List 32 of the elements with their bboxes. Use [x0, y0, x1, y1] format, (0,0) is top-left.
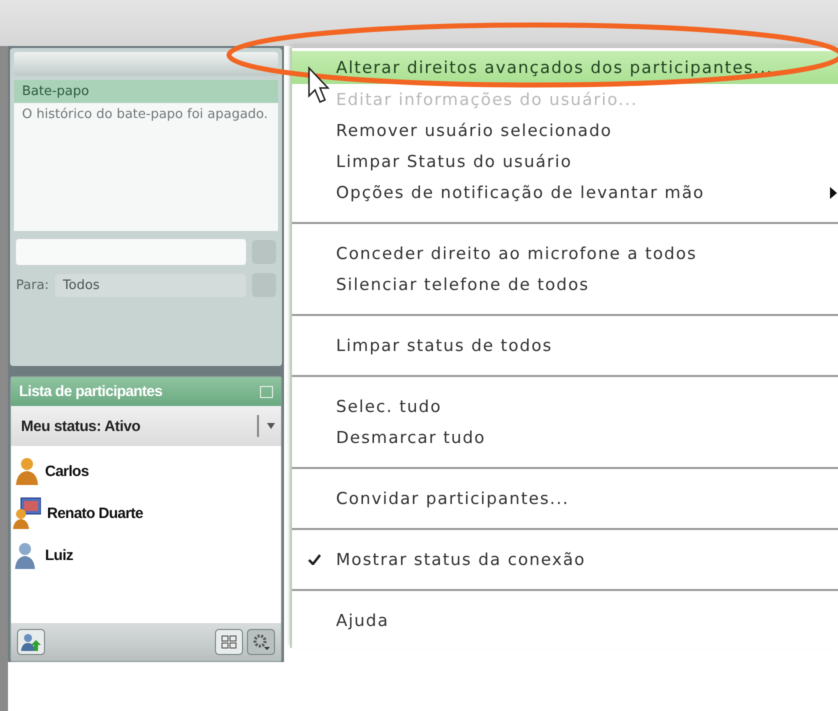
- recipient-dropdown[interactable]: Todos: [54, 274, 246, 296]
- settings-button[interactable]: [247, 629, 275, 655]
- menu-item[interactable]: Remover usuário selecionado: [292, 115, 838, 146]
- mouse-pointer-icon: [308, 66, 330, 103]
- participant-name[interactable]: Carlos: [45, 462, 89, 480]
- menu-item[interactable]: Convidar participantes...: [292, 483, 838, 514]
- menu-item[interactable]: Ajuda: [292, 605, 838, 636]
- to-label: Para:: [16, 278, 49, 292]
- status-dropdown[interactable]: Meu status: Ativo: [11, 406, 281, 446]
- menu-item[interactable]: Conceder direito ao microfone a todos: [292, 238, 838, 269]
- menu-item[interactable]: Opções de notificação de levantar mão: [292, 177, 838, 208]
- participant-name[interactable]: Luiz: [45, 546, 73, 564]
- menu-item[interactable]: Silenciar telefone de todos: [292, 269, 838, 300]
- presenter-icon: [13, 456, 39, 486]
- chat-title: Bate-papo: [14, 80, 278, 103]
- grid-icon: [221, 635, 237, 649]
- layout-button[interactable]: [215, 629, 243, 655]
- menu-item[interactable]: Limpar Status do usuário: [292, 146, 838, 177]
- menu-item[interactable]: Limpar status de todos: [292, 330, 838, 361]
- chat-message: O histórico do bate-papo foi apagado.: [14, 103, 278, 231]
- menu-item[interactable]: Selec. tudo: [292, 391, 838, 422]
- menu-item[interactable]: Mostrar status da conexão: [292, 544, 838, 575]
- presenter-screen-icon: [13, 497, 41, 529]
- settings-icon: [252, 633, 270, 651]
- menu-item[interactable]: Desmarcar tudo: [292, 422, 838, 453]
- panel-title: Lista de participantes: [19, 383, 162, 400]
- dropdown-arrow-icon: [267, 423, 275, 429]
- invite-button[interactable]: [17, 629, 45, 655]
- chat-input-field[interactable]: [16, 239, 246, 265]
- participant-name[interactable]: Renato Duarte: [47, 504, 144, 522]
- maximize-icon[interactable]: [260, 386, 273, 398]
- person-upload-icon: [20, 632, 42, 652]
